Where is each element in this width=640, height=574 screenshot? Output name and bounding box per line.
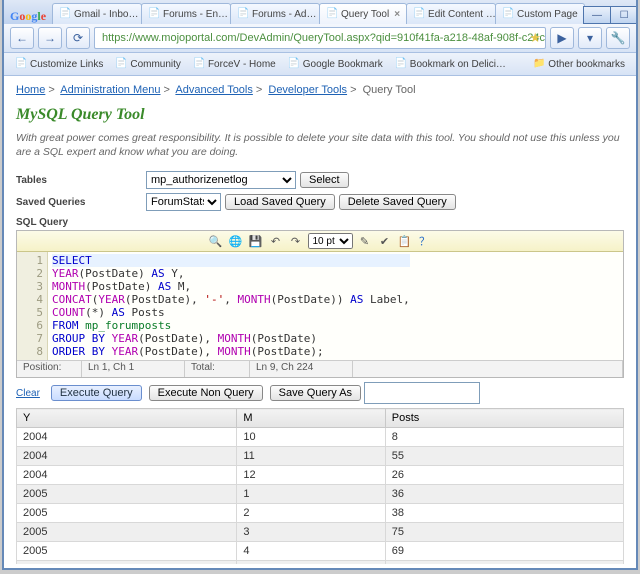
crumb-home[interactable]: Home <box>16 84 45 96</box>
bookmark-icon: 📄 <box>115 58 127 70</box>
maximize-button[interactable]: ☐ <box>610 6 638 24</box>
breadcrumb: Home> Administration Menu> Advanced Tool… <box>16 84 624 96</box>
tab-close-icon[interactable]: × <box>394 9 400 20</box>
table-row[interactable]: 2005469 <box>17 542 624 561</box>
browser-tab[interactable]: 📄Edit Content …× <box>406 3 496 24</box>
table-row[interactable]: 2005375 <box>17 523 624 542</box>
browser-tab[interactable]: 📄Forums - En…× <box>141 3 231 24</box>
page-content: Home> Administration Menu> Advanced Tool… <box>4 76 636 564</box>
highlight-icon[interactable]: ✎ <box>357 233 373 249</box>
undo-icon[interactable]: ↶ <box>268 233 284 249</box>
address-bar[interactable]: https://www.mojoportal.com/DevAdmin/Quer… <box>94 27 546 49</box>
table-row[interactable]: 2005567 <box>17 561 624 564</box>
column-header[interactable]: Posts <box>385 409 623 428</box>
code-area[interactable]: 123456789 SELECT YEAR(PostDate) AS Y, MO… <box>17 252 623 360</box>
google-logo: Google <box>10 9 46 24</box>
delete-saved-button[interactable]: Delete Saved Query <box>339 194 456 210</box>
editor-toolbar: 🔍 🌐 💾 ↶ ↷ 10 pt ✎ ✔ 📋 ？ <box>17 231 623 252</box>
bookmarks-bar: 📄Customize Links📄Community📄ForceV - Home… <box>4 53 636 76</box>
browser-tab[interactable]: 📄Forums - Ad…× <box>230 3 320 24</box>
globe-icon[interactable]: 🌐 <box>228 233 244 249</box>
bookmark-item[interactable]: 📄Community <box>110 56 186 72</box>
saved-queries-label: Saved Queries <box>16 197 146 208</box>
bookmark-item[interactable]: 📄Customize Links <box>10 56 108 72</box>
browser-titlebar: Google 📄Gmail - Inbo…×📄Forums - En…×📄For… <box>4 0 636 24</box>
query-actions: Clear Execute Query Execute Non Query Sa… <box>16 382 624 404</box>
check-icon[interactable]: ✔ <box>377 233 393 249</box>
window-buttons: ― ☐ ✕ <box>584 6 638 24</box>
browser-tab[interactable]: 📄Custom Page× <box>495 3 585 24</box>
save-icon[interactable]: 💾 <box>248 233 264 249</box>
browser-tab[interactable]: 📄Query Tool× <box>319 3 407 24</box>
bookmark-icon: 📄 <box>395 58 407 70</box>
reload-button[interactable]: ⟳ <box>66 27 90 49</box>
table-row[interactable]: 2004108 <box>17 428 624 447</box>
clear-link[interactable]: Clear <box>16 388 40 399</box>
favicon-icon: 📄 <box>326 8 338 20</box>
back-button[interactable]: ← <box>10 27 34 49</box>
redo-icon[interactable]: ↷ <box>288 233 304 249</box>
save-query-name-input[interactable] <box>364 382 480 404</box>
table-row[interactable]: 2005136 <box>17 485 624 504</box>
fontsize-select[interactable]: 10 pt <box>308 233 353 249</box>
column-header[interactable]: Y <box>17 409 237 428</box>
tables-select[interactable]: mp_authorizenetlog <box>146 171 296 189</box>
bookmark-item[interactable]: 📄Google Bookmark <box>283 56 388 72</box>
other-bookmarks[interactable]: 📁 Other bookmarks <box>528 56 630 72</box>
load-saved-button[interactable]: Load Saved Query <box>225 194 335 210</box>
warning-text: With great power comes great responsibil… <box>16 132 624 159</box>
find-icon[interactable]: 🔍 <box>208 233 224 249</box>
sql-query-label: SQL Query <box>16 217 624 228</box>
bookmark-item[interactable]: 📄Bookmark on Delici… <box>390 56 511 72</box>
execute-non-query-button[interactable]: Execute Non Query <box>149 385 263 401</box>
minimize-button[interactable]: ― <box>583 6 611 24</box>
browser-toolbar: ← → ⟳ https://www.mojoportal.com/DevAdmi… <box>4 24 636 53</box>
column-header[interactable]: M <box>237 409 385 428</box>
crumb-current: Query Tool <box>363 84 416 96</box>
close-button[interactable]: ✕ <box>637 6 638 24</box>
favicon-icon: 📄 <box>237 8 249 20</box>
table-row[interactable]: 2005238 <box>17 504 624 523</box>
table-row[interactable]: 20041226 <box>17 466 624 485</box>
table-row[interactable]: 20041155 <box>17 447 624 466</box>
results-table: YMPosts 20041082004115520041226200513620… <box>16 408 624 564</box>
tables-label: Tables <box>16 175 146 186</box>
select-button[interactable]: Select <box>300 172 349 188</box>
bookmark-icon: 📄 <box>193 58 205 70</box>
folder-icon: 📁 <box>533 58 545 70</box>
crumb-admin[interactable]: Administration Menu <box>60 84 160 96</box>
wrench-button[interactable]: 🔧 <box>606 27 630 49</box>
forward-button[interactable]: → <box>38 27 62 49</box>
saved-queries-select[interactable]: ForumStats <box>146 193 221 211</box>
crumb-developer[interactable]: Developer Tools <box>268 84 347 96</box>
save-query-as-button[interactable]: Save Query As <box>270 385 361 401</box>
bookmark-icon: 📄 <box>288 58 300 70</box>
editor-statusbar: Position: Ln 1, Ch 1 Total: Ln 9, Ch 224 <box>17 360 623 377</box>
help-icon[interactable]: ？ <box>417 233 433 249</box>
page-menu-button[interactable]: ▾ <box>578 27 602 49</box>
bookmark-icon: 📄 <box>15 58 27 70</box>
favicon-icon: 📄 <box>413 8 425 20</box>
favicon-icon: 📄 <box>502 8 514 20</box>
browser-tab[interactable]: 📄Gmail - Inbo…× <box>52 3 142 24</box>
bookmark-item[interactable]: 📄ForceV - Home <box>188 56 281 72</box>
bookmark-star-icon[interactable]: ★ <box>529 30 541 46</box>
url-text: https://www.mojoportal.com/DevAdmin/Quer… <box>102 32 546 44</box>
go-button[interactable]: ▶ <box>550 27 574 49</box>
favicon-icon: 📄 <box>59 8 71 20</box>
crumb-advanced[interactable]: Advanced Tools <box>175 84 252 96</box>
sql-editor: 🔍 🌐 💾 ↶ ↷ 10 pt ✎ ✔ 📋 ？ 123456789 SELECT… <box>16 230 624 378</box>
page-title: MySQL Query Tool <box>16 106 624 124</box>
favicon-icon: 📄 <box>148 8 160 20</box>
execute-query-button[interactable]: Execute Query <box>51 385 142 401</box>
copy-icon[interactable]: 📋 <box>397 233 413 249</box>
